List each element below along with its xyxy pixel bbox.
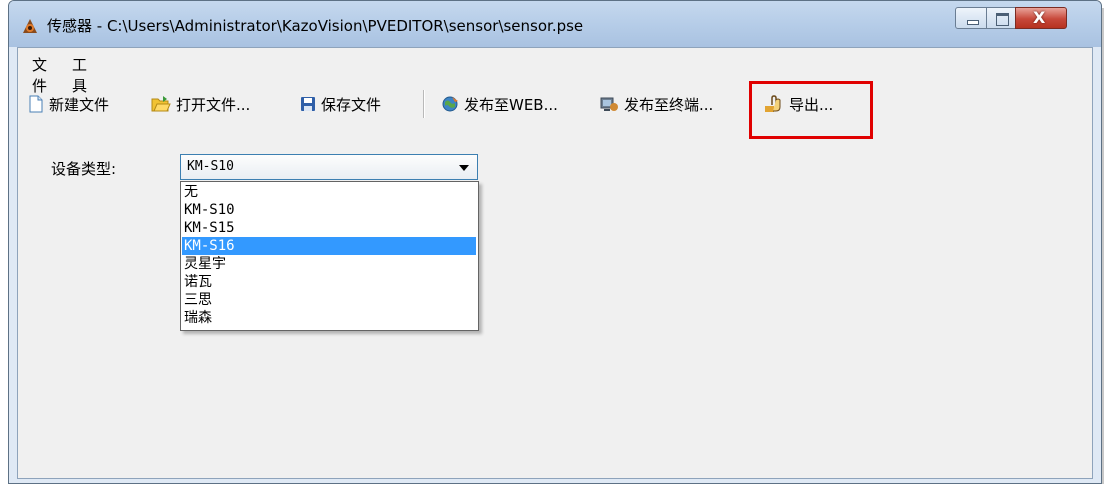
dropdown-option[interactable]: 三思 [182,291,476,309]
publish-terminal-button[interactable]: 发布至终端... [599,92,713,116]
open-folder-icon [151,96,171,112]
save-disk-icon [301,97,315,111]
terminal-icon [600,97,618,111]
dropdown-option[interactable]: 无 [182,183,476,201]
new-file-label: 新建文件 [49,95,110,114]
export-highlight-box [749,81,873,139]
app-window: 传感器 - C:\Users\Administrator\KazoVision\… [8,0,1102,484]
minimize-icon [967,20,979,25]
globe-icon [442,96,458,112]
dropdown-option[interactable]: 瑞森 [182,309,476,327]
dropdown-option[interactable]: 灵星宇 [182,255,476,273]
dropdown-option-selected[interactable]: KM-S16 [182,237,476,255]
sensor-app-icon [23,19,37,33]
dropdown-option[interactable]: KM-S10 [182,201,476,219]
open-file-label: 打开文件... [176,95,251,114]
open-file-button[interactable]: 打开文件... [151,92,250,116]
close-icon: X [1033,8,1046,27]
minimize-button[interactable] [955,7,987,29]
toolbar-separator [423,90,425,118]
save-file-button[interactable]: 保存文件 [300,92,381,116]
publish-web-button[interactable]: 发布至WEB... [441,92,558,116]
dropdown-option[interactable]: 诺瓦 [182,273,476,291]
publish-web-label: 发布至WEB... [464,95,558,114]
window-title: 传感器 - C:\Users\Administrator\KazoVision\… [47,17,584,35]
save-file-label: 保存文件 [321,95,382,114]
title-bar[interactable]: 传感器 - C:\Users\Administrator\KazoVision\… [9,1,1101,47]
device-type-dropdown: 无 KM-S10 KM-S15 KM-S16 灵星宇 诺瓦 三思 瑞森 [180,181,479,331]
dropdown-option[interactable]: KM-S15 [182,219,476,237]
maximize-icon [996,13,1009,26]
device-type-value: KM-S10 [187,159,234,174]
client-area: 文件 工具 新建文件 打开文件... 保存文件 发布至WEB... 发布至终端.… [17,47,1093,479]
device-type-select[interactable]: KM-S10 [180,154,478,180]
device-type-label: 设备类型: [51,160,117,178]
close-button[interactable]: X [1015,7,1067,29]
toolbar: 新建文件 打开文件... 保存文件 发布至WEB... 发布至终端... 导出.… [18,88,1092,118]
new-file-icon [29,95,43,113]
maximize-button[interactable] [986,7,1016,29]
chevron-down-icon[interactable] [459,165,469,171]
publish-terminal-label: 发布至终端... [624,95,714,114]
new-file-button[interactable]: 新建文件 [28,92,109,116]
